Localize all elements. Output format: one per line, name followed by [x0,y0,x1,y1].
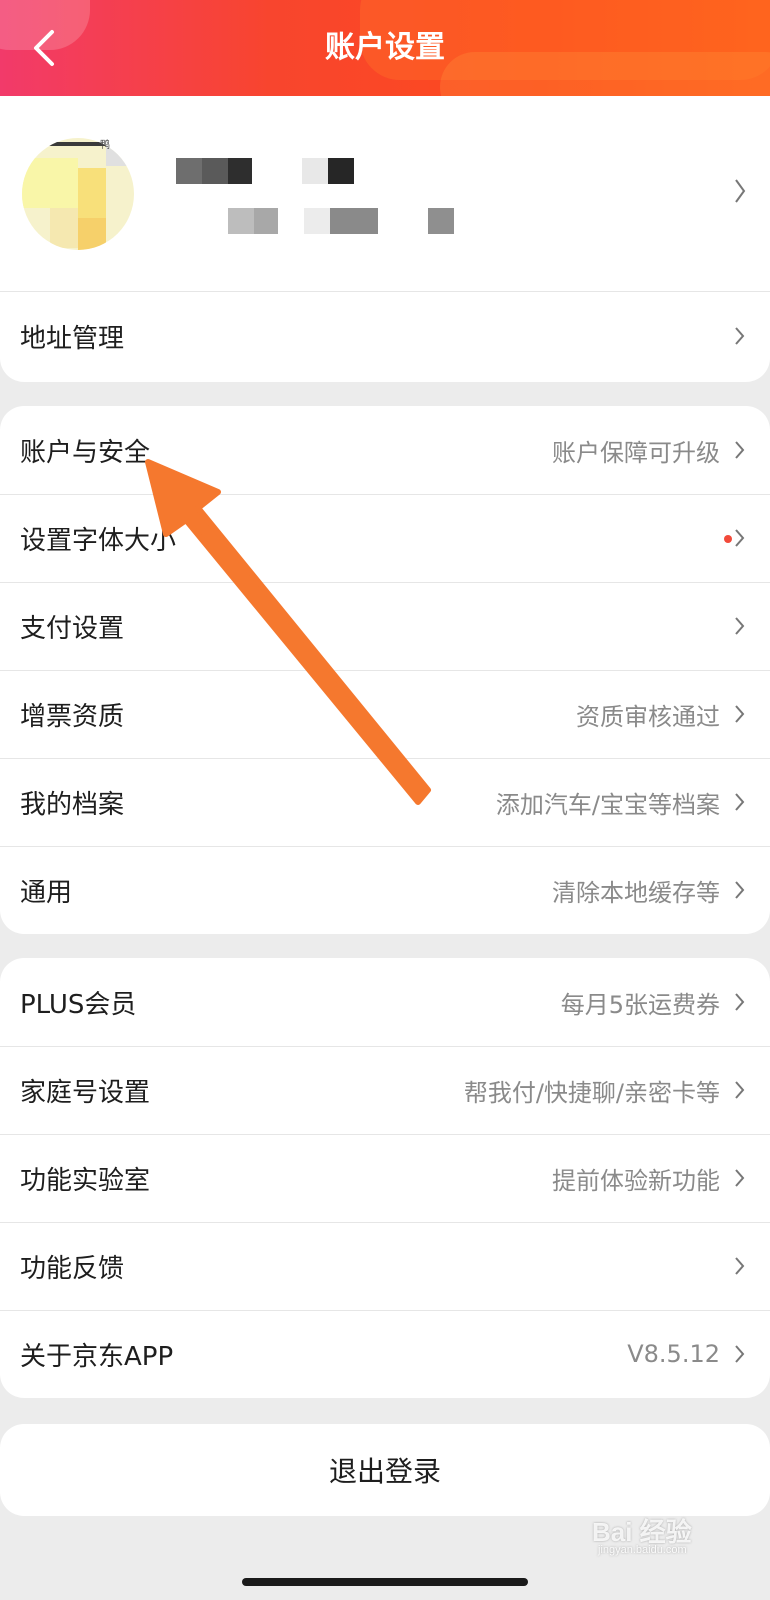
item-label: 地址管理 [20,323,125,354]
payment-settings-item[interactable]: 支付设置 [0,582,770,670]
feature-lab-item[interactable]: 功能实验室 提前体验新功能 [0,1134,770,1222]
invoice-qualification-item[interactable]: 增票资质 资质审核通过 [0,670,770,758]
item-label: 支付设置 [20,613,125,644]
chevron-left-icon [34,30,54,66]
account-security-item[interactable]: 账户与安全 账户保障可升级 [0,406,770,494]
item-value: 提前体验新功能 [552,1166,720,1195]
chevron-right-icon [730,699,750,729]
chevron-right-icon [730,1251,750,1281]
chevron-right-icon [730,875,750,905]
chevron-right-icon [730,1339,750,1369]
more-group: PLUS会员 每月5张运费券 家庭号设置 帮我付/快捷聊/亲密卡等 功能实验室 … [0,958,770,1398]
chevron-right-icon [730,787,750,817]
address-management-item[interactable]: 地址管理 [0,292,770,380]
general-item[interactable]: 通用 清除本地缓存等 [0,846,770,934]
font-size-item[interactable]: 设置字体大小 [0,494,770,582]
logout-button[interactable]: 退出登录 [0,1424,770,1516]
profile-card: 鸭 地址管理 [0,96,770,382]
item-value: 资质审核通过 [576,702,720,731]
chevron-right-icon [730,1163,750,1193]
my-profile-archive-item[interactable]: 我的档案 添加汽车/宝宝等档案 [0,758,770,846]
chevron-right-icon [730,1075,750,1105]
plus-member-item[interactable]: PLUS会员 每月5张运费券 [0,958,770,1046]
item-label: 功能反馈 [20,1253,125,1284]
item-value: V8.5.12 [627,1340,720,1368]
item-value: 帮我付/快捷聊/亲密卡等 [463,1078,720,1107]
about-app-item[interactable]: 关于京东APP V8.5.12 [0,1310,770,1398]
home-indicator [242,1578,528,1586]
baidu-jingyan-watermark: Bai 经验 jingyan.baidu.com [590,1506,760,1562]
item-value: 清除本地缓存等 [552,878,720,907]
item-label: 关于京东APP [20,1341,174,1372]
chevron-right-icon [730,523,750,553]
family-account-item[interactable]: 家庭号设置 帮我付/快捷聊/亲密卡等 [0,1046,770,1134]
avatar-tag: 鸭 [100,140,110,151]
item-label: 通用 [20,877,73,908]
profile-row[interactable]: 鸭 [0,96,770,292]
chevron-right-icon [730,321,750,351]
item-label: 功能实验室 [20,1165,151,1196]
chevron-right-icon [730,611,750,641]
item-label: 家庭号设置 [20,1077,151,1108]
item-label: 设置字体大小 [20,525,177,556]
item-label: PLUS会员 [20,989,137,1020]
avatar[interactable] [22,138,134,250]
item-label: 我的档案 [20,789,125,820]
item-label: 增票资质 [20,701,125,732]
chevron-right-icon [730,435,750,465]
watermark-url: jingyan.baidu.com [598,1544,687,1556]
item-label: 账户与安全 [20,437,151,468]
header-bar: 账户设置 [0,0,770,96]
back-button[interactable] [22,22,66,74]
settings-group: 账户与安全 账户保障可升级 设置字体大小 支付设置 增票资质 资质审核通过 我的… [0,406,770,934]
chevron-right-icon [730,176,750,206]
username-mosaic [176,158,356,184]
logout-label: 退出登录 [328,1455,441,1488]
item-value: 每月5张运费券 [560,990,720,1019]
chevron-right-icon [730,987,750,1017]
item-value: 账户保障可升级 [552,438,720,467]
account-info-mosaic [228,208,458,234]
page-title: 账户设置 [325,30,445,65]
feedback-item[interactable]: 功能反馈 [0,1222,770,1310]
item-value: 添加汽车/宝宝等档案 [495,790,720,819]
